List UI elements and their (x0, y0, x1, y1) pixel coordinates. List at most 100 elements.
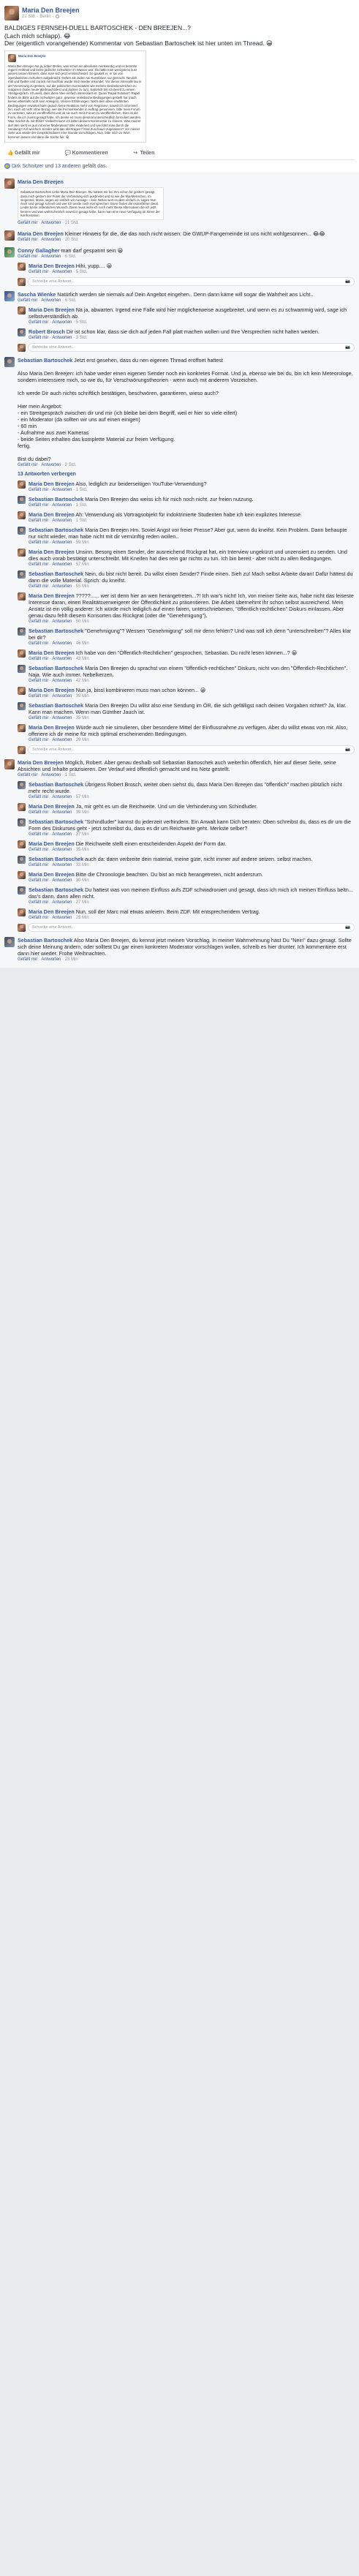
comment-time[interactable]: 59 Min (76, 541, 89, 545)
comment-reply-link[interactable]: Antworten (52, 488, 72, 492)
comment-author[interactable]: Sebastian Bartoschek (29, 818, 83, 825)
comment-like-link[interactable]: Gefällt mir (29, 657, 48, 661)
comment-like-link[interactable]: Gefällt mir (29, 832, 48, 837)
comment-avatar[interactable] (18, 886, 26, 895)
comment-reply-link[interactable]: Antworten (52, 657, 72, 661)
comment-reply-link[interactable]: Antworten (41, 238, 61, 242)
comment-reply-link[interactable]: Antworten (41, 221, 61, 225)
comment-time[interactable]: 25 Min (76, 916, 89, 920)
comment-avatar[interactable] (18, 687, 26, 696)
comment-time[interactable]: 55 Min (76, 584, 89, 589)
comment-author[interactable]: Sebastian Bartoschek (18, 357, 72, 364)
comment-author[interactable]: Maria Den Breejen (29, 511, 75, 518)
camera-icon[interactable]: 📷 (345, 747, 350, 752)
comment-time[interactable]: 1 Std. (76, 519, 88, 523)
comment-reply-link[interactable]: Antworten (41, 463, 61, 467)
comment-like-link[interactable]: Gefällt mir (29, 619, 48, 624)
camera-icon[interactable]: 📷 (345, 279, 350, 284)
comment-author[interactable]: Sebastian Bartoschek (29, 496, 83, 502)
comment-time[interactable]: 1 Std. (65, 773, 77, 777)
comment-reply-link[interactable]: Antworten (52, 641, 72, 646)
comment-reply-link[interactable]: Antworten (41, 298, 61, 303)
comment-avatar[interactable] (4, 247, 15, 258)
comment-avatar[interactable] (18, 570, 26, 579)
comment-like-link[interactable]: Gefällt mir (29, 810, 48, 815)
comment-reply-link[interactable]: Antworten (52, 738, 72, 742)
comment-time[interactable]: 57 Min (76, 562, 89, 567)
comment-author[interactable]: Maria Den Breejen (29, 649, 75, 656)
comment-avatar[interactable] (4, 759, 15, 770)
comment-time[interactable]: 37 Min (76, 832, 89, 837)
comment-author[interactable]: Sebastian Bartoschek (29, 886, 83, 893)
comment-reply-link[interactable]: Antworten (52, 519, 72, 523)
comment-reply-link[interactable]: Antworten (52, 584, 72, 589)
comment-reply-link[interactable]: Antworten (52, 541, 72, 545)
attached-screenshot[interactable]: Maria Den Breejen Maria Den Breejen Na j… (4, 50, 146, 143)
comment-avatar[interactable] (18, 702, 26, 711)
comment-reply-link[interactable]: Antworten (41, 957, 61, 962)
comment-avatar[interactable] (18, 818, 26, 827)
comment-author[interactable]: Sebastian Bartoschek (18, 937, 72, 944)
comment-like-link[interactable]: Gefällt mir (29, 320, 48, 325)
comment-author[interactable]: Maria Den Breejen (29, 840, 75, 847)
like-button[interactable]: 👍 Gefällt mir (7, 151, 40, 156)
shared-comment-screenshot[interactable]: Sebastian Bartoschek Liebe Maria Den Bre… (18, 187, 164, 221)
comment-reply-link[interactable]: Antworten (52, 336, 72, 340)
comment-time[interactable]: 35 Min (76, 716, 89, 720)
comment-avatar[interactable] (18, 592, 26, 601)
comment-avatar[interactable] (18, 481, 26, 489)
comment-time[interactable]: 20 Std. (65, 238, 79, 242)
comment-author[interactable]: Maria Den Breejen (29, 803, 75, 810)
comment-author[interactable]: Sebastian Bartoschek (29, 665, 83, 671)
comment-like-link[interactable]: Gefällt mir (29, 738, 48, 742)
comment-time[interactable]: 6 Std. (65, 255, 77, 259)
comment-avatar[interactable] (18, 908, 26, 917)
comment-like-link[interactable]: Gefällt mir (18, 238, 37, 242)
comment-reply-link[interactable]: Antworten (52, 320, 72, 325)
comment-reply-link[interactable]: Antworten (52, 848, 72, 852)
comment-like-link[interactable]: Gefällt mir (29, 503, 48, 508)
comment-like-link[interactable]: Gefällt mir (29, 694, 48, 698)
reply-input[interactable]: Schreibe eine Antwort... 📷 (28, 923, 355, 933)
comment-avatar[interactable] (18, 328, 26, 337)
comment-author[interactable]: Maria Den Breejen (29, 481, 75, 487)
comment-like-link[interactable]: Gefällt mir (29, 716, 48, 720)
comment-like-link[interactable]: Gefällt mir (29, 878, 48, 883)
comment-avatar[interactable] (18, 628, 26, 636)
comment-reply-link[interactable]: Antworten (52, 562, 72, 567)
comment-reply-link[interactable]: Antworten (52, 795, 72, 799)
comment-like-link[interactable]: Gefällt mir (18, 463, 37, 467)
comment-like-link[interactable]: Gefällt mir (18, 957, 37, 962)
comment-author[interactable]: Maria Den Breejen (29, 263, 75, 269)
comment-reply-link[interactable]: Antworten (41, 773, 61, 777)
comment-time[interactable]: 29 Min (76, 738, 89, 742)
reply-input[interactable]: Schreibe eine Antwort... 📷 (28, 343, 355, 353)
comment-avatar[interactable] (18, 665, 26, 674)
comment-reply-link[interactable]: Antworten (52, 716, 72, 720)
camera-icon[interactable]: 📷 (345, 925, 350, 930)
comment-time[interactable]: 5 Std. (76, 320, 88, 325)
comment-avatar[interactable] (18, 511, 26, 520)
comment-like-link[interactable]: Gefällt mir (29, 848, 48, 852)
comment-reply-link[interactable]: Antworten (52, 810, 72, 815)
comment-time[interactable]: 2 Std. (65, 463, 77, 467)
comment-time[interactable]: 35 Min (76, 848, 89, 852)
comment-avatar[interactable] (18, 840, 26, 849)
comment-like-link[interactable]: Gefällt mir (18, 255, 37, 259)
comment-like-link[interactable]: Gefällt mir (29, 270, 48, 274)
comment-like-link[interactable]: Gefällt mir (29, 562, 48, 567)
author-avatar[interactable] (4, 6, 19, 20)
comment-avatar[interactable] (18, 781, 26, 790)
comment-reply-link[interactable]: Antworten (52, 878, 72, 883)
comment-avatar[interactable] (4, 937, 15, 948)
comment-avatar[interactable] (18, 306, 26, 315)
reply-input[interactable]: Schreibe eine Antwort... 📷 (28, 277, 355, 287)
comment-avatar[interactable] (18, 649, 26, 658)
comment-time[interactable]: 50 Min (76, 619, 89, 624)
comment-time[interactable]: 5 Std. (76, 270, 88, 274)
comment-time[interactable]: 46 Min (76, 641, 89, 646)
comment-time[interactable]: 3 Std. (76, 336, 88, 340)
comment-reply-link[interactable]: Antworten (52, 916, 72, 920)
comment-avatar[interactable] (18, 549, 26, 557)
comment-avatar[interactable] (4, 291, 15, 302)
